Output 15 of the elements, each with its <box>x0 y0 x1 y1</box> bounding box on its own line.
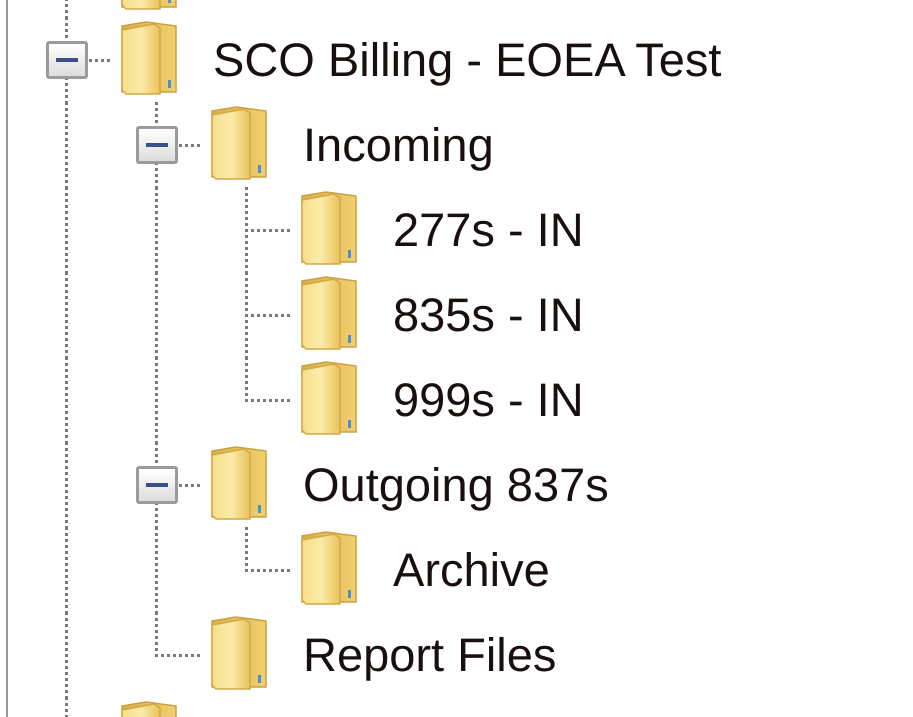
folder-label[interactable]: 835s - IN <box>393 291 584 338</box>
collapse-toggle[interactable] <box>46 40 88 78</box>
folder-label[interactable]: 999s - IN <box>393 376 584 423</box>
collapse-toggle[interactable] <box>136 466 178 504</box>
collapse-toggle[interactable] <box>136 126 178 164</box>
folder-icon <box>210 104 268 180</box>
folder-icon <box>300 360 358 434</box>
folder-icon <box>210 614 268 690</box>
folder-label[interactable]: 277s - IN <box>393 206 584 253</box>
folder-icon <box>300 530 358 604</box>
folder-icon <box>210 444 268 520</box>
folder-icon <box>300 274 358 350</box>
folder-label[interactable]: Archive <box>393 546 550 593</box>
folder-icon <box>300 190 358 264</box>
folder-icon <box>120 20 178 94</box>
